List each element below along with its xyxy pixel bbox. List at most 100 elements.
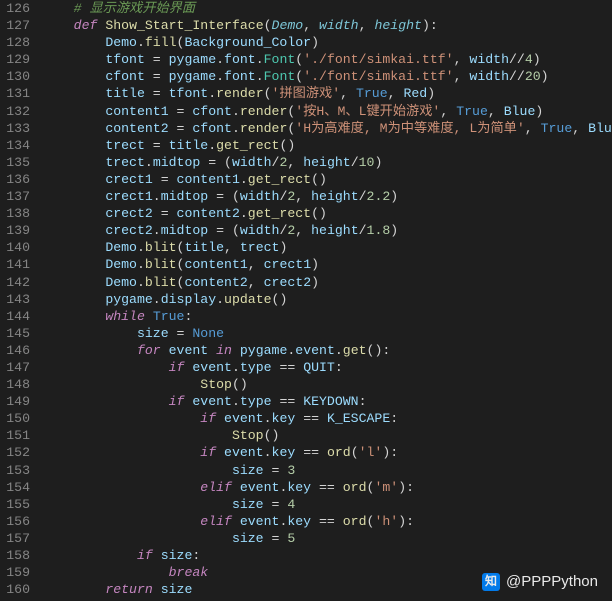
line-number: 138 — [6, 205, 30, 222]
token-ident: trect — [105, 155, 145, 170]
token-punc: . — [137, 240, 145, 255]
code-line[interactable]: elif event.key == ord('m'): — [42, 479, 612, 496]
token-keyword: if — [169, 394, 185, 409]
token-punc: . — [232, 121, 240, 136]
code-line[interactable]: content1 = cfont.render('按H、M、L键开始游戏', T… — [42, 103, 612, 120]
code-line[interactable]: size = 3 — [42, 462, 612, 479]
code-line[interactable]: crect2 = content2.get_rect() — [42, 205, 612, 222]
line-number: 149 — [6, 393, 30, 410]
code-line[interactable]: # 显示游戏开始界面 — [42, 0, 612, 17]
token-keyword: in — [216, 343, 232, 358]
code-line[interactable]: Demo.fill(Background_Color) — [42, 34, 612, 51]
token-op — [161, 343, 169, 358]
code-line[interactable]: cfont = pygame.font.Font('./font/simkai.… — [42, 68, 612, 85]
token-ident: key — [287, 480, 311, 495]
token-num: 4 — [525, 52, 533, 67]
token-punc: . — [232, 360, 240, 375]
token-ident: pygame — [169, 52, 216, 67]
token-op — [348, 86, 356, 101]
token-func: render — [216, 86, 263, 101]
token-punc: ) — [374, 155, 382, 170]
token-ident: cfont — [192, 121, 232, 136]
code-line[interactable]: trect.midtop = (width/2, height/10) — [42, 154, 612, 171]
code-line[interactable]: while True: — [42, 308, 612, 325]
line-number: 154 — [6, 479, 30, 496]
code-line[interactable]: if size: — [42, 547, 612, 564]
code-line[interactable]: elif event.key == ord('h'): — [42, 513, 612, 530]
token-punc: : — [382, 343, 390, 358]
token-ident: K_ESCAPE — [327, 411, 390, 426]
code-line[interactable]: title = tfont.render('拼图游戏', True, Red) — [42, 85, 612, 102]
token-op: = — [145, 69, 169, 84]
code-line[interactable]: if event.key == ord('l'): — [42, 444, 612, 461]
token-ident: event — [224, 445, 264, 460]
code-line[interactable]: pygame.display.update() — [42, 291, 612, 308]
token-ident: Blue — [588, 121, 612, 136]
code-line[interactable]: crect1.midtop = (width/2, height/2.2) — [42, 188, 612, 205]
line-number: 156 — [6, 513, 30, 530]
code-line[interactable]: tfont = pygame.font.Font('./font/simkai.… — [42, 51, 612, 68]
code-line[interactable]: Demo.blit(title, trect) — [42, 239, 612, 256]
code-line[interactable]: trect = title.get_rect() — [42, 137, 612, 154]
token-keyword: return — [105, 582, 152, 597]
line-number: 144 — [6, 308, 30, 325]
token-op — [496, 104, 504, 119]
line-number: 130 — [6, 68, 30, 85]
token-op: = — [145, 86, 169, 101]
token-punc: : — [406, 480, 414, 495]
token-keyword: for — [137, 343, 161, 358]
token-ident: display — [161, 292, 216, 307]
token-ident: pygame — [105, 292, 152, 307]
token-op: = — [153, 206, 177, 221]
token-keyword: if — [200, 445, 216, 460]
token-ident: QUIT — [303, 360, 335, 375]
token-keyword: if — [137, 548, 153, 563]
token-op — [256, 275, 264, 290]
code-line[interactable]: Stop() — [42, 376, 612, 393]
token-func: render — [240, 121, 287, 136]
code-line[interactable]: if event.type == KEYDOWN: — [42, 393, 612, 410]
token-punc: . — [216, 52, 224, 67]
token-ident: width — [240, 223, 280, 238]
code-line[interactable]: if event.key == K_ESCAPE: — [42, 410, 612, 427]
code-line[interactable]: Demo.blit(content2, crect2) — [42, 274, 612, 291]
code-line[interactable]: crect2.midtop = (width/2, height/1.8) — [42, 222, 612, 239]
token-punc: ( — [232, 189, 240, 204]
token-punc: : — [430, 18, 438, 33]
code-line[interactable]: content2 = cfont.render('H为高难度, M为中等难度, … — [42, 120, 612, 137]
code-line[interactable]: for event in pygame.event.get(): — [42, 342, 612, 359]
token-punc: , — [248, 275, 256, 290]
token-string: 'l' — [359, 445, 383, 460]
token-op: = — [264, 531, 288, 546]
token-keyword: elif — [200, 514, 232, 529]
token-func: blit — [145, 275, 177, 290]
code-line[interactable]: crect1 = content1.get_rect() — [42, 171, 612, 188]
code-line[interactable]: size = 4 — [42, 496, 612, 513]
token-ident: event — [295, 343, 335, 358]
code-line[interactable]: size = 5 — [42, 530, 612, 547]
token-ident: trect — [240, 240, 280, 255]
token-ident: crect2 — [105, 223, 152, 238]
token-func: get_rect — [216, 138, 279, 153]
token-punc: : — [192, 548, 200, 563]
token-ident: cfont — [192, 104, 232, 119]
token-punc: . — [137, 35, 145, 50]
code-line[interactable]: if event.type == QUIT: — [42, 359, 612, 376]
code-line[interactable]: Stop() — [42, 427, 612, 444]
token-op: = — [145, 52, 169, 67]
token-ident: width — [240, 189, 280, 204]
token-func: ord — [327, 445, 351, 460]
token-ident: event — [192, 360, 232, 375]
code-line[interactable]: def Show_Start_Interface(Demo, width, he… — [42, 17, 612, 34]
token-punc: . — [208, 138, 216, 153]
token-punc: ) — [422, 18, 430, 33]
code-line[interactable]: Demo.blit(content1, crect1) — [42, 256, 612, 273]
token-punc: () — [367, 343, 383, 358]
code-area[interactable]: # 显示游戏开始界面 def Show_Start_Interface(Demo… — [38, 0, 612, 601]
line-number: 148 — [6, 376, 30, 393]
code-editor: 1261271281291301311321331341351361371381… — [0, 0, 612, 601]
code-line[interactable]: size = None — [42, 325, 612, 342]
token-punc: . — [216, 292, 224, 307]
line-number-gutter: 1261271281291301311321331341351361371381… — [0, 0, 38, 601]
token-string: 'h' — [374, 514, 398, 529]
